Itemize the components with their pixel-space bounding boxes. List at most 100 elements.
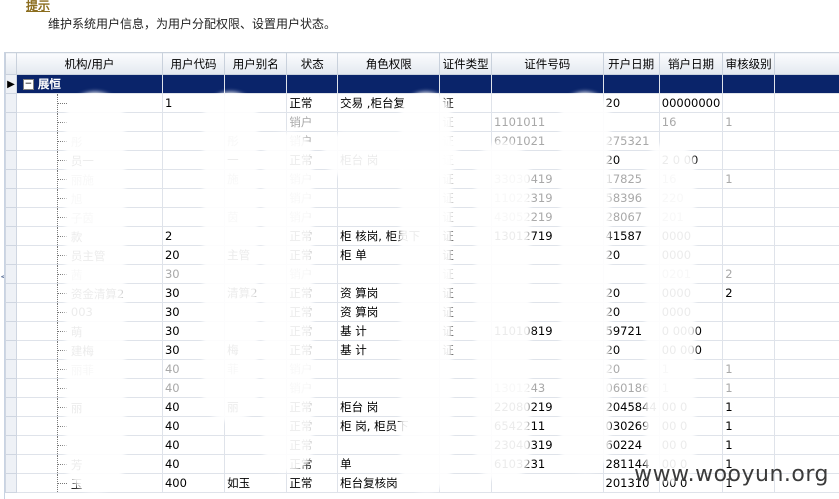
cell-filler xyxy=(774,131,839,151)
row-indicator[interactable] xyxy=(5,169,17,189)
cell-level[interactable] xyxy=(722,321,776,341)
row-indicator[interactable] xyxy=(5,264,17,284)
row-indicator[interactable] xyxy=(5,416,17,436)
cell-filler xyxy=(774,416,839,436)
cell-filler xyxy=(774,321,839,341)
col-header-idtype[interactable]: 证件类型 xyxy=(439,52,493,75)
tree-tick xyxy=(56,103,67,104)
cell-role[interactable] xyxy=(337,74,441,94)
row-indicator[interactable] xyxy=(5,435,17,455)
row-indicator[interactable] xyxy=(5,150,17,170)
cell-level[interactable]: 1 xyxy=(722,112,776,132)
row-indicator[interactable] xyxy=(5,473,17,493)
cell-alias[interactable]: 如玉 xyxy=(224,473,288,493)
col-header-alias[interactable]: 用户别名 xyxy=(224,52,288,75)
cell-code[interactable] xyxy=(161,74,226,94)
row-indicator[interactable] xyxy=(5,283,17,303)
row-indicator[interactable] xyxy=(5,397,17,417)
cell-level[interactable]: 1 xyxy=(722,416,776,436)
redaction-blur xyxy=(560,92,610,472)
cell-filler xyxy=(774,340,839,360)
cell-level[interactable] xyxy=(722,226,776,246)
cell-status[interactable] xyxy=(286,74,339,94)
cell-open[interactable]: 20 xyxy=(602,93,660,113)
cell-level[interactable]: 1 xyxy=(722,169,776,189)
cell-filler xyxy=(774,245,839,265)
col-header-audit-level[interactable]: 审核级别 xyxy=(722,52,776,75)
cell-status[interactable]: 正常 xyxy=(286,473,339,493)
cell-code[interactable]: 40 xyxy=(161,454,226,474)
cell-filler xyxy=(774,283,839,303)
row-indicator[interactable] xyxy=(5,321,17,341)
col-header-close-date[interactable]: 销户日期 xyxy=(658,52,724,75)
redaction-blur xyxy=(203,92,258,422)
row-indicator[interactable] xyxy=(5,378,17,398)
cell-close[interactable]: 00000000 xyxy=(658,93,724,113)
cell-level[interactable]: 2 xyxy=(722,283,776,303)
row-indicator[interactable] xyxy=(5,207,17,227)
col-header-code[interactable]: 用户代码 xyxy=(161,52,226,75)
cell-org[interactable]: − 展恒 xyxy=(15,74,163,94)
cell-filler xyxy=(774,169,839,189)
cell-level[interactable] xyxy=(722,245,776,265)
tree-tick xyxy=(56,483,67,484)
cell-code[interactable]: 40 xyxy=(161,416,226,436)
col-header-open-date[interactable]: 开户日期 xyxy=(602,52,660,75)
row-indicator[interactable] xyxy=(5,340,17,360)
cell-level[interactable] xyxy=(722,150,776,170)
cell-alias[interactable] xyxy=(224,74,288,94)
col-header-role[interactable]: 角色权限 xyxy=(337,52,441,75)
cell-code[interactable]: 40 xyxy=(161,435,226,455)
cell-level[interactable] xyxy=(722,188,776,208)
cell-filler xyxy=(774,150,839,170)
cell-level[interactable]: 1 xyxy=(722,435,776,455)
cell-filler xyxy=(774,112,839,132)
header-row: 机构/用户 用户代码 用户别名 状态 角色权限 证件类型 证件号码 开户日期 销… xyxy=(5,52,839,75)
cell-level[interactable] xyxy=(722,207,776,227)
cell-filler xyxy=(774,207,839,227)
cell-level[interactable]: 1 xyxy=(722,378,776,398)
row-indicator[interactable] xyxy=(5,302,17,322)
row-indicator[interactable] xyxy=(5,131,17,151)
col-header-filler xyxy=(774,52,839,75)
row-indicator[interactable] xyxy=(5,454,17,474)
cell-open[interactable] xyxy=(602,74,660,94)
cell-level[interactable]: 1 xyxy=(722,359,776,379)
cell-level[interactable] xyxy=(722,93,776,113)
group-row[interactable]: ▶ − 展恒 xyxy=(5,74,839,94)
cell-idtype[interactable] xyxy=(439,74,493,94)
row-indicator[interactable] xyxy=(5,245,17,265)
cell-filler xyxy=(774,397,839,417)
cell-open[interactable]: 275321 xyxy=(602,131,660,151)
watermark: www.wooyun.org xyxy=(634,462,829,487)
cell-idno[interactable] xyxy=(491,74,604,94)
row-indicator[interactable]: ▶ xyxy=(5,74,17,94)
row-indicator[interactable] xyxy=(5,112,17,132)
row-indicator[interactable] xyxy=(5,359,17,379)
col-header-status[interactable]: 状态 xyxy=(286,52,339,75)
col-header-idno[interactable]: 证件号码 xyxy=(491,52,604,75)
cell-level[interactable] xyxy=(722,131,776,151)
cell-close[interactable] xyxy=(658,74,724,94)
cell-filler xyxy=(774,302,839,322)
row-indicator[interactable] xyxy=(5,93,17,113)
cell-status[interactable]: 正常 xyxy=(286,93,339,113)
collapse-icon[interactable]: − xyxy=(22,79,34,90)
cell-filler xyxy=(774,93,839,113)
cell-filler xyxy=(774,74,839,94)
cell-level[interactable] xyxy=(722,74,776,94)
row-indicator[interactable] xyxy=(5,226,17,246)
cell-status[interactable]: 销户 xyxy=(286,112,339,132)
cell-level[interactable] xyxy=(722,340,776,360)
cell-close[interactable]: 16 xyxy=(658,112,724,132)
row-indicator[interactable] xyxy=(5,188,17,208)
group-label: 展恒 xyxy=(37,77,61,91)
cell-level[interactable]: 1 xyxy=(722,397,776,417)
cell-level[interactable]: 2 xyxy=(722,264,776,284)
cell-level[interactable] xyxy=(722,302,776,322)
user-grid[interactable]: 机构/用户 用户代码 用户别名 状态 角色权限 证件类型 证件号码 开户日期 销… xyxy=(4,52,839,499)
cell-filler xyxy=(774,226,839,246)
cell-open[interactable] xyxy=(602,112,660,132)
cell-code[interactable]: 400 xyxy=(161,473,226,493)
col-header-org[interactable]: 机构/用户 xyxy=(15,52,163,75)
